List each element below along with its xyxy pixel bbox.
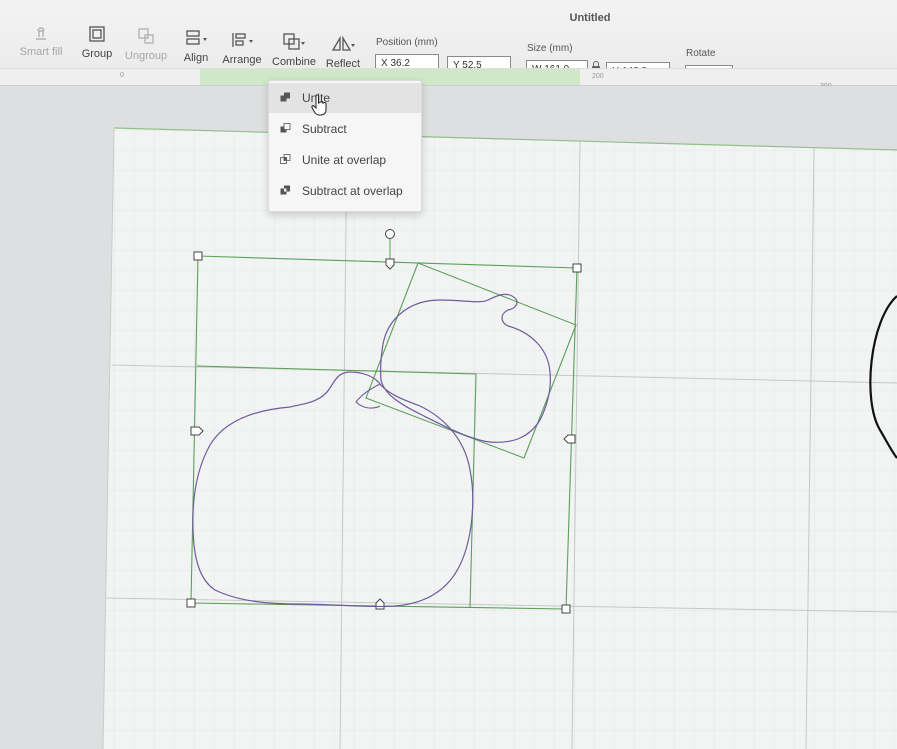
chevron-down-icon [249,40,253,43]
ungroup-label: Ungroup [124,50,168,62]
reflect-button[interactable]: Reflect [324,34,362,70]
align-icon [186,30,207,45]
ruler-tick-label: 200 [592,73,604,80]
group-label: Group [81,48,113,60]
rotate-handle [385,229,395,239]
menu-item-unite-at-overlap[interactable]: Unite at overlap [269,145,421,175]
group-button[interactable]: Group [80,24,114,60]
menu-item-subtract-at-overlap[interactable]: Subtract at overlap [269,176,421,206]
resize-handle [561,604,571,614]
align-button[interactable]: Align [180,28,212,64]
combine-dropdown-menu: Unite Subtract Unite at overlap Subtract… [268,80,422,212]
resize-handle [572,263,582,273]
menu-item-label: Subtract at overlap [302,184,403,198]
smart-fill-label: Smart fill [19,46,63,58]
align-label: Align [183,52,209,64]
chevron-down-icon [203,38,207,41]
design-canvas[interactable] [0,86,897,749]
smart-fill-button[interactable]: Smart fill [18,22,64,58]
chevron-down-icon [301,42,305,45]
arrange-button[interactable]: Arrange [222,30,262,66]
unite-icon [280,92,290,102]
cutting-mat[interactable] [0,86,897,749]
resize-handle [186,598,196,608]
horizontal-ruler: 0 200 300 [0,68,897,90]
document-title: Untitled [569,12,611,24]
combine-label: Combine [272,56,317,68]
smart-fill-icon [36,27,46,40]
unite-at-overlap-icon [280,154,291,164]
arrange-icon [232,33,253,47]
arrange-label: Arrange [222,54,262,66]
menu-item-unite[interactable]: Unite [269,83,421,113]
ungroup-icon [138,28,154,44]
combine-icon [283,33,305,50]
combine-button[interactable]: Combine [272,32,316,68]
resize-handle [193,251,203,261]
subtract-at-overlap-icon [280,185,290,195]
subtract-icon [280,123,291,133]
position-label: Position (mm) [376,37,438,48]
menu-item-label: Subtract [302,122,347,136]
reflect-icon [331,35,355,51]
ruler-tick-label: 0 [120,72,124,79]
hand-pointer-icon [311,94,327,116]
menu-item-label: Unite at overlap [302,153,387,167]
size-label: Size (mm) [527,43,573,54]
group-icon [89,26,105,42]
chevron-down-icon [351,44,355,47]
rotate-label: Rotate [686,48,716,59]
menu-item-subtract[interactable]: Subtract [269,114,421,144]
ungroup-button[interactable]: Ungroup [124,26,168,62]
